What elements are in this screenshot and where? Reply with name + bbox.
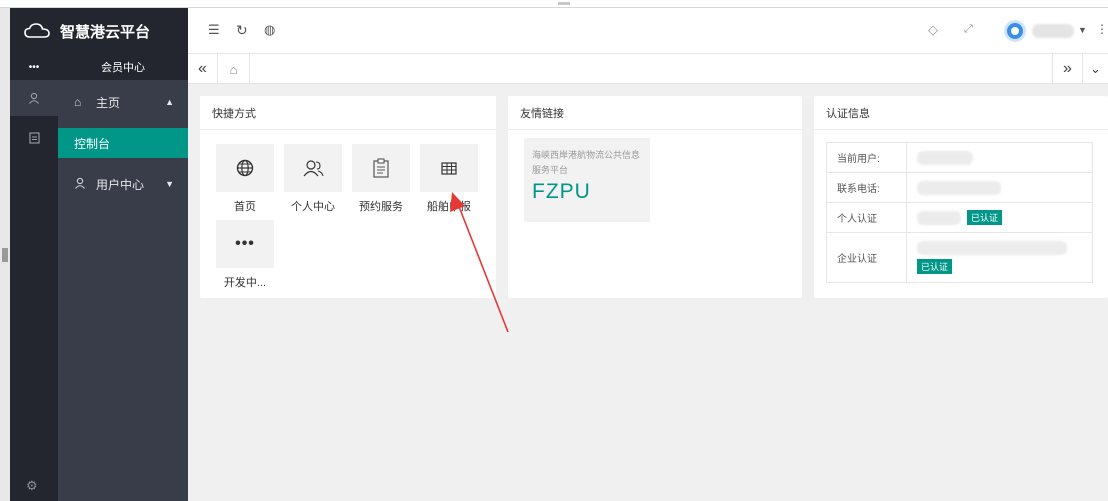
member-center-label: 会员中心 bbox=[58, 54, 188, 80]
card-title: 快捷方式 bbox=[200, 96, 496, 130]
home-icon: ⌂ bbox=[74, 95, 82, 109]
table-row: 当前用户: bbox=[826, 142, 1093, 173]
tab-home[interactable]: ⌂ bbox=[218, 54, 250, 84]
home-icon: ⌂ bbox=[229, 61, 238, 77]
redacted-value bbox=[917, 241, 1067, 255]
window-top-strip bbox=[0, 0, 1108, 8]
scroll-right-icon[interactable]: » bbox=[1052, 54, 1082, 84]
caret-down-icon[interactable]: ▼ bbox=[1078, 25, 1087, 35]
document-icon bbox=[28, 132, 40, 144]
tab-strip: « ⌂ » ⌄ bbox=[188, 54, 1108, 84]
more-icon: ••• bbox=[235, 235, 255, 252]
shortcut-ship-declaration[interactable] bbox=[420, 144, 478, 192]
sidebar-item-label: 主页 bbox=[96, 95, 121, 110]
shortcut-in-development[interactable]: ••• bbox=[216, 220, 274, 268]
rail-doc-button[interactable] bbox=[10, 120, 58, 156]
shortcuts-card: 快捷方式 首页 个人中心 预约服务 船舶申报 ••• 开发中... bbox=[200, 96, 496, 298]
row-key: 当前用户: bbox=[826, 142, 907, 173]
friend-link-item[interactable]: 海峡西岸港航物流公共信息服务平台 FZPU bbox=[524, 138, 650, 222]
drag-handle[interactable] bbox=[558, 2, 570, 5]
sidebar-item-label: 用户中心 bbox=[96, 177, 145, 192]
sidebar-item-home[interactable]: ⌂ 主页 ▲ bbox=[58, 84, 188, 120]
sidebar-item-label: 控制台 bbox=[74, 136, 111, 151]
redacted-value bbox=[917, 210, 961, 225]
sidebar-item-user-center[interactable]: 用户中心 ▼ bbox=[58, 166, 188, 202]
link-code: FZPU bbox=[532, 180, 591, 203]
table-row: 个人认证 已认证 bbox=[826, 202, 1093, 233]
shortcut-label[interactable]: 个人中心 bbox=[278, 198, 348, 214]
card-title: 友情链接 bbox=[508, 96, 802, 130]
caret-down-icon: ▼ bbox=[165, 179, 174, 189]
row-value: 已认证 bbox=[906, 202, 1093, 233]
globe-icon[interactable]: ◍ bbox=[264, 22, 275, 38]
settings-icon[interactable]: ⚙ bbox=[26, 478, 38, 494]
sidebar-item-console[interactable]: 控制台 bbox=[58, 128, 188, 158]
globe-icon bbox=[236, 159, 254, 177]
chevron-down-icon[interactable]: ⌄ bbox=[1082, 54, 1108, 84]
redacted-value bbox=[917, 150, 973, 165]
top-header: ☰ ↻ ◍ ◇ ⤢ ▼ ⋮ bbox=[188, 8, 1108, 54]
shortcut-label[interactable]: 首页 bbox=[210, 198, 280, 214]
card-title: 认证信息 bbox=[814, 96, 1108, 130]
row-key: 个人认证 bbox=[826, 202, 907, 233]
more-icon[interactable]: ••• bbox=[10, 54, 58, 80]
grid-icon bbox=[441, 161, 457, 175]
certification-card: 认证信息 当前用户: 联系电话: 个人认证 已认证 企业认证 已认证 bbox=[814, 96, 1108, 298]
tag-icon[interactable]: ◇ bbox=[928, 22, 938, 38]
sidebar-nav bbox=[58, 8, 188, 501]
caret-up-icon: ▲ bbox=[165, 97, 174, 107]
status-badge: 已认证 bbox=[967, 210, 1003, 225]
brand[interactable]: 智慧港云平台 bbox=[10, 8, 188, 54]
cloud-icon bbox=[24, 23, 50, 38]
user-icon bbox=[29, 92, 39, 104]
username-redacted[interactable] bbox=[1032, 24, 1074, 38]
splitter-knob[interactable] bbox=[2, 248, 8, 262]
row-value bbox=[906, 142, 1093, 173]
row-key: 企业认证 bbox=[826, 232, 907, 283]
status-badge: 已认证 bbox=[917, 259, 953, 274]
shortcut-label[interactable]: 开发中... bbox=[210, 274, 280, 290]
app-title: 智慧港云平台 bbox=[60, 23, 151, 41]
certification-table: 当前用户: 联系电话: 个人认证 已认证 企业认证 已认证 bbox=[826, 142, 1093, 283]
rail-user-button[interactable] bbox=[10, 80, 58, 116]
menu-toggle-icon[interactable]: ☰ bbox=[208, 22, 220, 38]
link-description: 海峡西岸港航物流公共信息服务平台 bbox=[532, 150, 641, 175]
fullscreen-icon[interactable]: ⤢ bbox=[964, 23, 973, 36]
friend-links-card: 友情链接 海峡西岸港航物流公共信息服务平台 FZPU bbox=[508, 96, 802, 298]
shortcut-label[interactable]: 船舶申报 bbox=[414, 198, 484, 214]
shortcut-reservation[interactable] bbox=[352, 144, 410, 192]
shortcut-personal-center[interactable] bbox=[284, 144, 342, 192]
row-value bbox=[906, 172, 1093, 203]
shortcut-home[interactable] bbox=[216, 144, 274, 192]
table-row: 联系电话: bbox=[826, 172, 1093, 203]
redacted-value bbox=[917, 180, 1001, 195]
users-icon bbox=[303, 160, 324, 177]
refresh-icon[interactable]: ↻ bbox=[236, 22, 248, 39]
more-vertical-icon[interactable]: ⋮ bbox=[1096, 22, 1108, 36]
table-row: 企业认证 已认证 bbox=[826, 232, 1093, 283]
shortcut-label[interactable]: 预约服务 bbox=[346, 198, 416, 214]
window-left-edge bbox=[0, 8, 10, 501]
row-key: 联系电话: bbox=[826, 172, 907, 203]
user-icon bbox=[74, 177, 90, 192]
avatar[interactable] bbox=[1004, 20, 1026, 42]
clipboard-icon bbox=[373, 158, 389, 178]
row-value: 已认证 bbox=[906, 232, 1093, 283]
scroll-left-icon[interactable]: « bbox=[188, 54, 218, 84]
